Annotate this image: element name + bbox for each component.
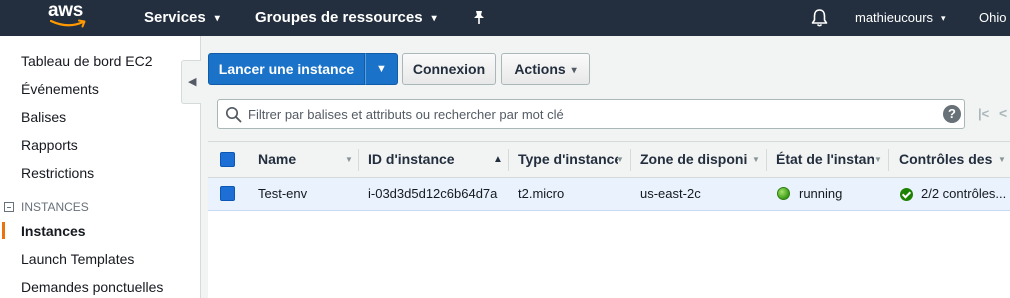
aws-smile-icon <box>50 19 86 28</box>
instances-table: Name ▼ ID d'instance ▲ Type d'instance ▼… <box>208 141 1010 298</box>
check-circle-icon <box>900 188 913 201</box>
sidebar-item-reports[interactable]: Rapports <box>21 137 78 153</box>
select-all-checkbox[interactable] <box>220 152 235 167</box>
sort-icon[interactable]: ▼ <box>616 142 624 177</box>
actions-label: Actions <box>514 61 566 77</box>
sort-icon[interactable]: ▼ <box>998 142 1006 177</box>
cell-instance-id: i-03d3d5d12c6b64d7a <box>368 186 498 201</box>
column-header-instance-type[interactable]: Type d'instance <box>518 142 618 178</box>
row-checkbox[interactable] <box>220 186 235 201</box>
bell-icon[interactable] <box>810 8 829 31</box>
sidebar-item-dashboard[interactable]: Tableau de bord EC2 <box>21 53 153 69</box>
sidebar-item-limits[interactable]: Restrictions <box>21 165 94 181</box>
main-content: Lancer une instance ▼ Connexion Actions ▾… <box>201 36 1010 298</box>
column-divider <box>508 149 509 171</box>
column-divider <box>888 149 889 171</box>
table-header: Name ▼ ID d'instance ▲ Type d'instance ▼… <box>208 141 1010 178</box>
cell-instance-type: t2.micro <box>518 186 565 201</box>
user-menu[interactable]: mathieucours ▾ <box>855 0 946 36</box>
top-navigation-bar: aws Services ▾ Groupes de ressources ▾ mat… <box>0 0 1010 36</box>
cell-name: Test-env <box>258 186 308 201</box>
chevron-left-icon: ◀ <box>188 76 197 88</box>
column-header-instance-id[interactable]: ID d'instance <box>368 142 488 178</box>
aws-logo[interactable]: aws <box>48 0 92 32</box>
active-indicator <box>2 222 5 239</box>
services-menu[interactable]: Services ▾ <box>144 0 220 36</box>
sort-icon[interactable]: ▼ <box>874 142 882 177</box>
sort-ascending-icon[interactable]: ▲ <box>493 142 503 177</box>
sidebar-item-instances[interactable]: Instances <box>21 223 86 239</box>
sidebar-item-events[interactable]: Événements <box>21 81 99 97</box>
search-icon <box>225 106 242 126</box>
sort-icon[interactable]: ▼ <box>752 142 760 177</box>
region-menu[interactable]: Ohio <box>979 0 1006 36</box>
column-divider <box>358 149 359 171</box>
sidebar-section-label: INSTANCES <box>21 200 89 214</box>
launch-instance-button[interactable]: Lancer une instance <box>208 53 365 85</box>
collapse-section-icon[interactable] <box>4 202 14 212</box>
chevron-down-icon: ▾ <box>941 13 946 23</box>
filter-bar: ? |< < <box>208 94 1010 132</box>
search-input[interactable] <box>248 100 938 128</box>
column-header-availability-zone[interactable]: Zone de disponibilité <box>640 142 748 178</box>
column-divider <box>766 149 767 171</box>
chevron-down-icon: ▼ <box>376 63 387 75</box>
aws-logo-text: aws <box>48 0 84 21</box>
actions-button[interactable]: Actions ▾ <box>501 53 590 85</box>
column-header-status-checks[interactable]: Contrôles des statuts <box>899 142 996 178</box>
chevron-down-icon: ▾ <box>214 13 220 24</box>
pin-icon[interactable] <box>472 10 486 28</box>
sidebar-section-instances[interactable]: INSTANCES <box>4 200 89 214</box>
running-status-icon <box>777 187 790 200</box>
column-divider <box>630 149 631 171</box>
chevron-down-icon: ▾ <box>571 65 577 76</box>
sort-icon[interactable]: ▼ <box>345 142 353 177</box>
sidebar-item-tags[interactable]: Balises <box>21 109 66 125</box>
connect-button[interactable]: Connexion <box>402 53 496 85</box>
help-icon[interactable]: ? <box>943 105 961 123</box>
first-page-icon[interactable]: |< <box>978 106 989 121</box>
user-label: mathieucours <box>855 10 934 25</box>
cell-status-checks[interactable]: 2/2 contrôles... <box>921 178 1008 210</box>
sidebar-item-spot-requests[interactable]: Demandes ponctuelles <box>21 279 163 295</box>
resource-groups-label: Groupes de ressources <box>255 9 423 26</box>
sidebar-collapse-button[interactable]: ◀ <box>181 60 201 104</box>
previous-page-icon[interactable]: < <box>999 105 1007 121</box>
search-box[interactable]: ? <box>217 99 965 129</box>
column-header-instance-state[interactable]: État de l'instance <box>776 142 874 178</box>
sidebar: Tableau de bord EC2 Événements Balises R… <box>0 36 201 298</box>
sidebar-item-launch-templates[interactable]: Launch Templates <box>21 251 134 267</box>
cell-availability-zone: us-east-2c <box>640 186 701 201</box>
services-label: Services <box>144 9 206 26</box>
chevron-down-icon: ▾ <box>431 13 437 24</box>
table-row[interactable]: Test-env i-03d3d5d12c6b64d7a t2.micro us… <box>208 178 1010 211</box>
column-header-name[interactable]: Name <box>258 142 348 178</box>
region-label: Ohio <box>979 10 1007 25</box>
cell-instance-state: running <box>799 186 843 201</box>
resource-groups-menu[interactable]: Groupes de ressources ▾ <box>255 0 437 36</box>
launch-instance-dropdown-button[interactable]: ▼ <box>365 53 398 85</box>
